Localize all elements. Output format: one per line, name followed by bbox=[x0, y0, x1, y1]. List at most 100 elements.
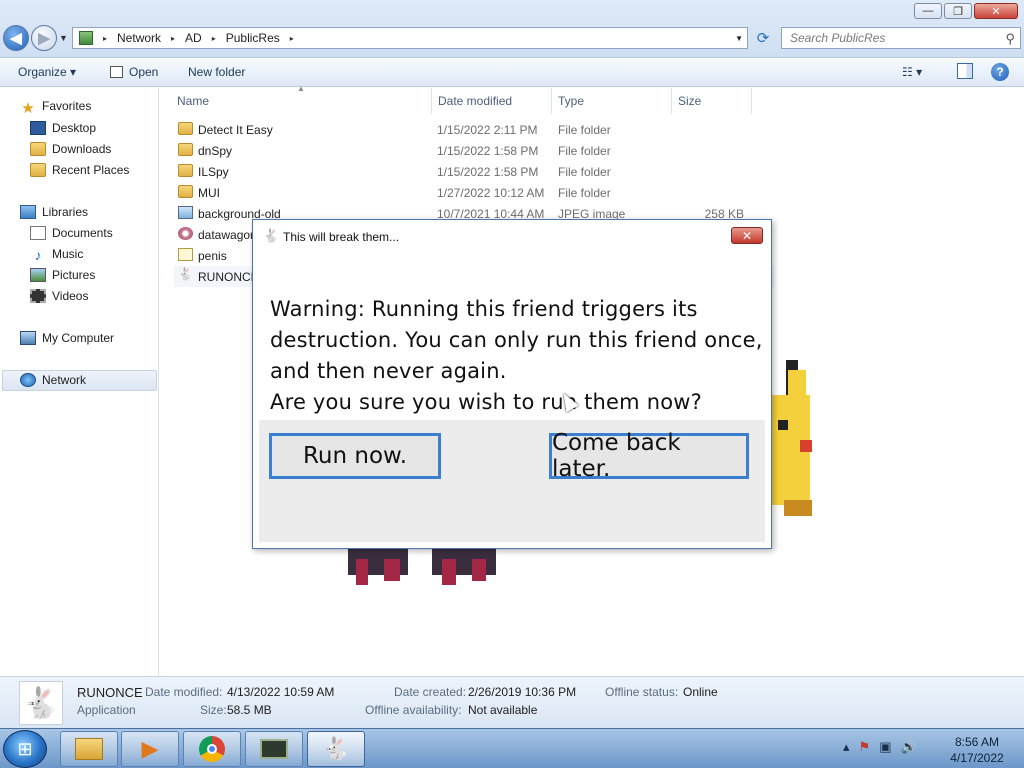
search-icon[interactable]: ⚲ bbox=[1005, 31, 1015, 47]
nav-label: Downloads bbox=[52, 142, 112, 156]
details-date-modified-label: Date modified: bbox=[145, 685, 223, 699]
breadcrumb-network[interactable]: Network bbox=[117, 31, 161, 45]
file-row[interactable]: ILSpy 1/15/2022 1:58 PM File folder bbox=[174, 161, 774, 182]
file-row[interactable]: MUI 1/27/2022 10:12 AM File folder bbox=[174, 182, 774, 203]
taskbar-terminal-button[interactable] bbox=[245, 731, 303, 767]
column-header-type[interactable]: Type bbox=[558, 94, 584, 108]
file-name: dnSpy bbox=[198, 144, 233, 158]
file-type: File folder bbox=[558, 123, 611, 137]
taskbar-media-player-button[interactable]: ▶ bbox=[121, 731, 179, 767]
taskbar-chrome-button[interactable] bbox=[183, 731, 241, 767]
nav-videos[interactable]: Videos bbox=[30, 289, 88, 303]
details-file-kind: Application bbox=[77, 703, 136, 717]
bunny-app-icon: 🐇 bbox=[19, 681, 63, 725]
dialog-close-button[interactable]: ✕ bbox=[731, 227, 763, 244]
open-icon bbox=[110, 66, 123, 78]
dialog-message-area: Warning: Running this friend triggers it… bbox=[259, 248, 765, 420]
window-controls: — ❐ ✕ bbox=[914, 3, 1018, 19]
dialog-message-line: Are you sure you wish to run them now? bbox=[270, 390, 702, 414]
gear-file-icon bbox=[178, 227, 193, 240]
details-file-name: RUNONCE bbox=[77, 685, 143, 700]
bunny-app-icon: 🐇 bbox=[263, 228, 280, 243]
breadcrumb-separator[interactable]: ▸ bbox=[212, 34, 216, 43]
details-date-created: 2/26/2019 10:36 PM bbox=[468, 685, 577, 699]
column-header-name[interactable]: Name bbox=[177, 94, 209, 108]
address-dropdown-icon[interactable]: ▼ bbox=[735, 34, 743, 43]
volume-icon[interactable]: 🔊 bbox=[900, 739, 916, 755]
preview-pane-button[interactable] bbox=[957, 63, 973, 79]
search-placeholder: Search PublicRes bbox=[790, 31, 886, 45]
clock[interactable]: 8:56 AM 4/17/2022 bbox=[937, 734, 1017, 766]
nav-documents[interactable]: Documents bbox=[30, 226, 113, 240]
nav-network[interactable]: Network bbox=[20, 373, 86, 387]
nav-pictures[interactable]: Pictures bbox=[30, 268, 95, 282]
file-name: RUNONCE bbox=[198, 270, 259, 284]
taskbar-explorer-button[interactable] bbox=[60, 731, 118, 767]
breadcrumb-ad[interactable]: AD bbox=[185, 31, 202, 45]
nav-downloads[interactable]: Downloads bbox=[30, 142, 111, 156]
clock-date: 4/17/2022 bbox=[950, 751, 1004, 765]
chrome-icon bbox=[199, 736, 225, 762]
address-bar[interactable]: ▸ Network ▸ AD ▸ PublicRes ▸ ▼ bbox=[72, 27, 748, 49]
recent-pages-dropdown[interactable]: ▼ bbox=[59, 33, 68, 43]
restore-button[interactable]: ❐ bbox=[944, 3, 972, 19]
start-button[interactable]: ⊞ bbox=[3, 730, 47, 768]
column-divider[interactable] bbox=[551, 88, 552, 114]
navigation-pane: ★ Favorites Desktop Downloads Recent Pla… bbox=[0, 88, 159, 676]
nav-libraries[interactable]: Libraries bbox=[20, 205, 88, 219]
file-date: 1/15/2022 1:58 PM bbox=[437, 144, 539, 158]
folder-icon bbox=[178, 164, 193, 177]
open-button[interactable]: Open bbox=[110, 65, 158, 79]
new-folder-button[interactable]: New folder bbox=[188, 65, 245, 79]
breadcrumb-separator[interactable]: ▸ bbox=[171, 34, 175, 43]
folder-icon bbox=[178, 143, 193, 156]
close-window-button[interactable]: ✕ bbox=[974, 3, 1018, 19]
details-offline-availability-label: Offline availability: bbox=[365, 703, 462, 717]
column-divider[interactable] bbox=[671, 88, 672, 114]
action-center-flag-icon[interactable]: ⚑ bbox=[859, 739, 871, 755]
breadcrumb-separator[interactable]: ▸ bbox=[290, 34, 294, 43]
title-address-bar: — ❐ ✕ ◀ ▶ ▼ ▸ Network ▸ AD ▸ PublicRes ▸… bbox=[0, 0, 1024, 58]
help-icon[interactable]: ? bbox=[991, 63, 1009, 81]
organize-button[interactable]: Organize ▾ bbox=[18, 65, 76, 79]
come-back-later-button[interactable]: Come back later. bbox=[549, 430, 749, 482]
forward-button[interactable]: ▶ bbox=[31, 25, 57, 51]
network-tray-icon[interactable]: ▣ bbox=[879, 739, 891, 755]
nav-my-computer[interactable]: My Computer bbox=[20, 331, 114, 345]
run-now-button[interactable]: Run now. bbox=[269, 433, 441, 479]
file-name: MUI bbox=[198, 186, 220, 200]
nav-desktop[interactable]: Desktop bbox=[30, 121, 96, 135]
back-button[interactable]: ◀ bbox=[3, 25, 29, 51]
show-hidden-icons-icon[interactable]: ▴ bbox=[843, 739, 850, 755]
taskbar-runonce-button[interactable]: 🐇 bbox=[307, 731, 365, 767]
details-offline-status: Online bbox=[683, 685, 718, 699]
change-view-button[interactable]: ☷ ▾ bbox=[902, 65, 922, 79]
nav-label: Music bbox=[52, 247, 84, 261]
libraries-icon bbox=[20, 205, 36, 219]
nav-music[interactable]: ♪ Music bbox=[30, 247, 84, 263]
details-date-modified: 4/13/2022 10:59 AM bbox=[227, 685, 335, 699]
breadcrumb-publicres[interactable]: PublicRes bbox=[226, 31, 280, 45]
breadcrumb-separator[interactable]: ▸ bbox=[103, 34, 107, 43]
terminal-icon bbox=[260, 739, 288, 759]
nav-recent-places[interactable]: Recent Places bbox=[30, 163, 129, 177]
column-header-date-modified[interactable]: Date modified bbox=[438, 94, 512, 108]
nav-favorites[interactable]: ★ Favorites bbox=[20, 99, 91, 117]
refresh-icon[interactable]: ⟳ bbox=[751, 29, 775, 49]
dialog-titlebar[interactable]: 🐇 This will break them... ✕ bbox=[253, 220, 771, 248]
column-header-size[interactable]: Size bbox=[678, 94, 701, 108]
search-input[interactable]: Search PublicRes ⚲ bbox=[781, 27, 1021, 49]
file-name: ILSpy bbox=[198, 165, 229, 179]
nav-label: Desktop bbox=[52, 121, 97, 135]
column-divider[interactable] bbox=[431, 88, 432, 114]
column-divider[interactable] bbox=[751, 88, 752, 114]
file-row[interactable]: dnSpy 1/15/2022 1:58 PM File folder bbox=[174, 140, 774, 161]
dialog-message: Warning: Running this friend triggers it… bbox=[270, 294, 763, 418]
dialog-message-line: destruction. You can only run this frien… bbox=[270, 328, 763, 352]
shadow-sprite-feet-right bbox=[432, 549, 498, 589]
dialog-body: Warning: Running this friend triggers it… bbox=[259, 248, 765, 542]
recent-places-icon bbox=[30, 163, 46, 177]
minimize-button[interactable]: — bbox=[914, 3, 942, 19]
documents-icon bbox=[30, 226, 46, 240]
file-row[interactable]: Detect It Easy 1/15/2022 2:11 PM File fo… bbox=[174, 119, 774, 140]
